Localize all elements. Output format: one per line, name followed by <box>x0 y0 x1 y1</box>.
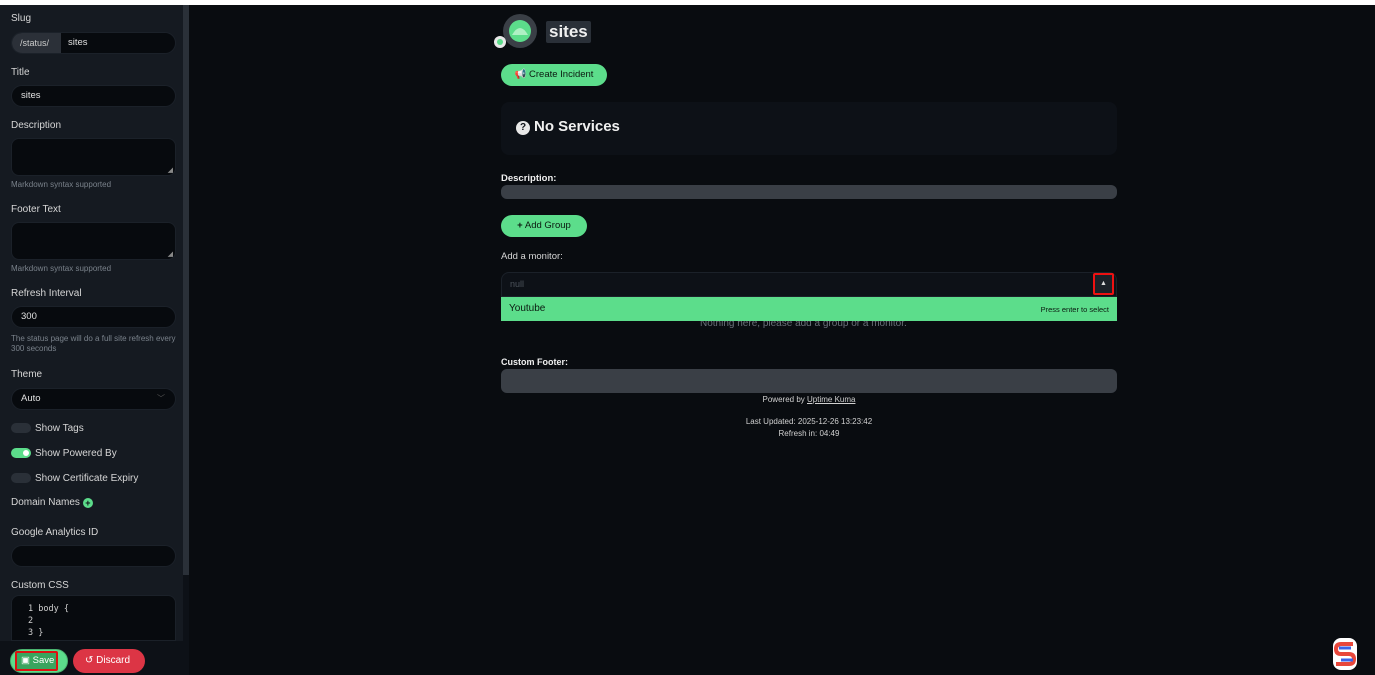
add-domain-icon[interactable]: + <box>82 498 93 508</box>
chevron-down-icon: ﹀ <box>157 394 165 403</box>
title-input[interactable]: sites <box>11 85 176 107</box>
analytics-label: Google Analytics ID <box>11 527 99 538</box>
show-tags-toggle[interactable] <box>11 423 31 433</box>
custom-footer-editor[interactable] <box>501 369 1117 393</box>
description-editor[interactable] <box>501 185 1117 199</box>
create-incident-label: Create Incident <box>529 69 594 80</box>
code-line: 3 } <box>28 628 44 638</box>
refresh-countdown: Refresh in: 04:49 <box>778 429 840 438</box>
create-incident-button[interactable]: 📢 Create Incident <box>501 64 607 86</box>
caret-up-icon[interactable]: ▲ <box>1093 273 1114 295</box>
domain-names-row: Domain Names + <box>11 497 93 508</box>
monitor-option-label: Youtube <box>509 303 546 314</box>
show-certificate-expiry-toggle[interactable] <box>11 473 31 483</box>
resize-handle-icon[interactable]: ◢ <box>168 166 173 174</box>
description-label: Description <box>11 120 62 131</box>
status-page-logo[interactable] <box>493 13 539 49</box>
custom-css-label: Custom CSS <box>11 580 69 591</box>
show-tags-label: Show Tags <box>35 423 84 434</box>
slug-prefix: /status/ <box>12 33 61 53</box>
footer-text-hint: Markdown syntax supported <box>11 264 112 273</box>
edit-sidebar: Slug /status/ sites Title sites Descript… <box>0 5 189 675</box>
uptime-kuma-link[interactable]: Uptime Kuma <box>807 395 855 404</box>
app-window: Slug /status/ sites Title sites Descript… <box>0 5 1375 675</box>
sidebar-action-bar: ▣ Save ↺ Discard <box>0 641 189 675</box>
monitor-select-placeholder: null <box>510 279 525 289</box>
save-label: Save <box>32 655 55 666</box>
plus-icon: + <box>517 220 523 231</box>
theme-label: Theme <box>11 369 43 380</box>
undo-icon: ↺ <box>85 655 94 666</box>
sidebar-scrollbar[interactable] <box>183 5 189 575</box>
megaphone-icon: 📢 <box>514 69 527 80</box>
add-monitor-label: Add a monitor: <box>501 251 563 262</box>
footer-text-textarea[interactable]: ◢ <box>11 222 176 260</box>
save-button[interactable]: ▣ Save <box>15 651 58 671</box>
powered-by: Powered by Uptime Kuma <box>501 395 1117 404</box>
title-label: Title <box>11 67 30 78</box>
domain-names-label: Domain Names <box>11 497 80 508</box>
footer-text-label: Footer Text <box>11 204 61 215</box>
analytics-input[interactable] <box>11 545 176 567</box>
discard-label: Discard <box>96 655 131 666</box>
sidebar-scroll-area: Slug /status/ sites Title sites Descript… <box>0 5 183 641</box>
refresh-interval-label: Refresh Interval <box>11 288 82 299</box>
custom-footer-heading: Custom Footer: <box>501 357 568 367</box>
description-hint: Markdown syntax supported <box>11 180 112 189</box>
no-services-text: No Services <box>534 118 620 135</box>
code-line: 1 body { <box>28 604 69 614</box>
no-services-heading: ? No Services <box>516 118 620 135</box>
slug-input[interactable]: /status/ sites <box>11 32 176 54</box>
refresh-interval-hint: The status page will do a full site refr… <box>11 334 176 353</box>
page-title[interactable]: sites <box>546 21 591 43</box>
show-powered-by-label: Show Powered By <box>35 448 117 459</box>
discard-button[interactable]: ↺ Discard <box>73 649 145 673</box>
theme-select[interactable]: Auto ﹀ <box>11 388 176 410</box>
description-heading: Description: <box>501 173 557 184</box>
add-group-button[interactable]: + Add Group <box>501 215 587 237</box>
powered-by-text: Powered by <box>762 395 805 404</box>
slug-value: sites <box>68 37 88 48</box>
code-line: 2 <box>28 616 34 626</box>
question-circle-icon: ? <box>516 121 530 135</box>
slug-label: Slug <box>11 13 32 24</box>
monitor-option[interactable]: Youtube Press enter to select <box>501 297 1117 321</box>
monitor-select[interactable]: null ▲ <box>501 272 1117 297</box>
show-powered-by-toggle[interactable] <box>11 448 31 458</box>
monitor-option-hint: Press enter to select <box>1040 305 1109 314</box>
save-icon: ▣ <box>21 655 30 666</box>
description-textarea[interactable]: ◢ <box>11 138 176 176</box>
custom-css-editor[interactable]: 1 body { 2 3 } <box>11 595 176 641</box>
add-group-label: Add Group <box>524 220 571 231</box>
theme-value: Auto <box>21 393 41 404</box>
last-updated: Last Updated: 2025-12-26 13:23:42 <box>745 417 873 426</box>
show-certificate-expiry-label: Show Certificate Expiry <box>35 473 139 484</box>
services-card: ? No Services <box>501 102 1117 155</box>
watermark-logo <box>1333 638 1357 670</box>
refresh-interval-input[interactable]: 300 <box>11 306 176 328</box>
resize-handle-icon[interactable]: ◢ <box>168 250 173 258</box>
